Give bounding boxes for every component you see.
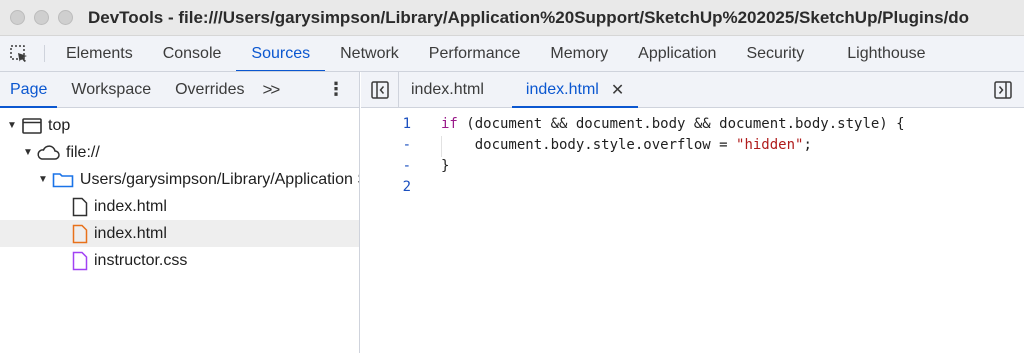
tree-item-label: instructor.css bbox=[94, 251, 188, 269]
window-title: DevTools - file:///Users/garysimpson/Lib… bbox=[88, 7, 970, 27]
tree-item-label: Users/garysimpson/Library/Application Su… bbox=[79, 170, 359, 188]
tree-item-file[interactable]: instructor.css bbox=[0, 247, 359, 274]
editor-tab-label: index.html bbox=[525, 80, 599, 98]
window-controls bbox=[10, 10, 73, 25]
tab-separator bbox=[44, 45, 45, 62]
inspect-element-icon[interactable] bbox=[0, 36, 38, 71]
file-css-icon bbox=[72, 251, 88, 271]
sources-navigator: Page Workspace Overrides >> ⋮ ▼ top ▼ fi… bbox=[0, 72, 360, 353]
code-string: "hidden" bbox=[736, 137, 804, 153]
window-titlebar: DevTools - file:///Users/garysimpson/Lib… bbox=[0, 0, 1024, 36]
code-text: ; bbox=[803, 137, 812, 153]
expand-triangle-icon[interactable]: ▼ bbox=[6, 120, 18, 131]
more-options-icon[interactable]: ⋮ bbox=[313, 72, 359, 107]
line-number[interactable]: - bbox=[403, 137, 411, 153]
editor-panel: index.html index.html ✕ 1 - - 2 if (docu… bbox=[361, 72, 1024, 353]
tab-application[interactable]: Application bbox=[623, 36, 731, 71]
tree-item-label: top bbox=[48, 116, 71, 134]
close-window-button[interactable] bbox=[10, 10, 25, 25]
tab-lighthouse[interactable]: Lighthouse bbox=[819, 36, 940, 71]
cloud-icon bbox=[36, 144, 60, 161]
editor-tab[interactable]: index.html bbox=[399, 72, 512, 107]
file-html-orange-icon bbox=[72, 224, 88, 244]
expand-triangle-icon[interactable]: ▼ bbox=[22, 147, 34, 158]
code-line: if (document && document.body && documen… bbox=[441, 116, 905, 132]
code-keyword: if bbox=[441, 116, 458, 132]
tab-page[interactable]: Page bbox=[0, 72, 58, 108]
minimize-window-button[interactable] bbox=[34, 10, 49, 25]
tab-elements[interactable]: Elements bbox=[51, 36, 148, 71]
tab-console[interactable]: Console bbox=[148, 36, 237, 71]
code-line: } bbox=[441, 158, 449, 174]
line-number[interactable]: 1 bbox=[403, 116, 411, 132]
editor-tab-active[interactable]: index.html ✕ bbox=[511, 72, 639, 108]
line-number[interactable]: - bbox=[403, 158, 411, 174]
line-number[interactable]: 2 bbox=[403, 179, 411, 195]
code-line: document.body.style.overflow = "hidden"; bbox=[441, 137, 812, 153]
code-text: (document && document.body && document.b… bbox=[457, 116, 905, 132]
folder-icon bbox=[52, 172, 74, 188]
frame-icon bbox=[22, 117, 42, 134]
close-tab-icon[interactable]: ✕ bbox=[611, 80, 624, 100]
toggle-navigator-icon[interactable] bbox=[361, 72, 399, 107]
tree-item-origin[interactable]: ▼ file:// bbox=[0, 139, 359, 166]
editor-tabs: index.html index.html ✕ bbox=[361, 72, 1024, 108]
code-text: } bbox=[441, 158, 450, 174]
tab-network[interactable]: Network bbox=[325, 36, 414, 71]
tab-memory[interactable]: Memory bbox=[535, 36, 623, 71]
tab-workspace[interactable]: Workspace bbox=[57, 72, 161, 107]
tab-security[interactable]: Security bbox=[731, 36, 819, 71]
tree-item-top[interactable]: ▼ top bbox=[0, 112, 359, 139]
tree-item-label: file:// bbox=[66, 143, 100, 161]
file-html-icon bbox=[72, 197, 88, 217]
tab-sources[interactable]: Sources bbox=[236, 36, 325, 71]
tree-item-file-selected[interactable]: index.html bbox=[0, 220, 359, 247]
expand-triangle-icon[interactable]: ▼ bbox=[38, 174, 48, 185]
tab-overrides[interactable]: Overrides bbox=[161, 72, 254, 107]
main-tab-bar: Elements Console Sources Network Perform… bbox=[0, 36, 1024, 72]
code-text: document.body.style.overflow = bbox=[441, 137, 737, 153]
zoom-window-button[interactable] bbox=[58, 10, 73, 25]
tab-performance[interactable]: Performance bbox=[414, 36, 536, 71]
navigator-tabs: Page Workspace Overrides >> ⋮ bbox=[0, 72, 359, 108]
more-tabs-chevron-icon[interactable]: >> bbox=[254, 72, 286, 107]
tree-item-file[interactable]: index.html bbox=[0, 193, 359, 220]
tree-item-label: index.html bbox=[94, 197, 167, 215]
tree-item-folder[interactable]: ▼ Users/garysimpson/Library/Application … bbox=[0, 166, 359, 193]
toggle-debugger-icon[interactable] bbox=[994, 81, 1012, 104]
tree-item-label: index.html bbox=[94, 224, 167, 242]
